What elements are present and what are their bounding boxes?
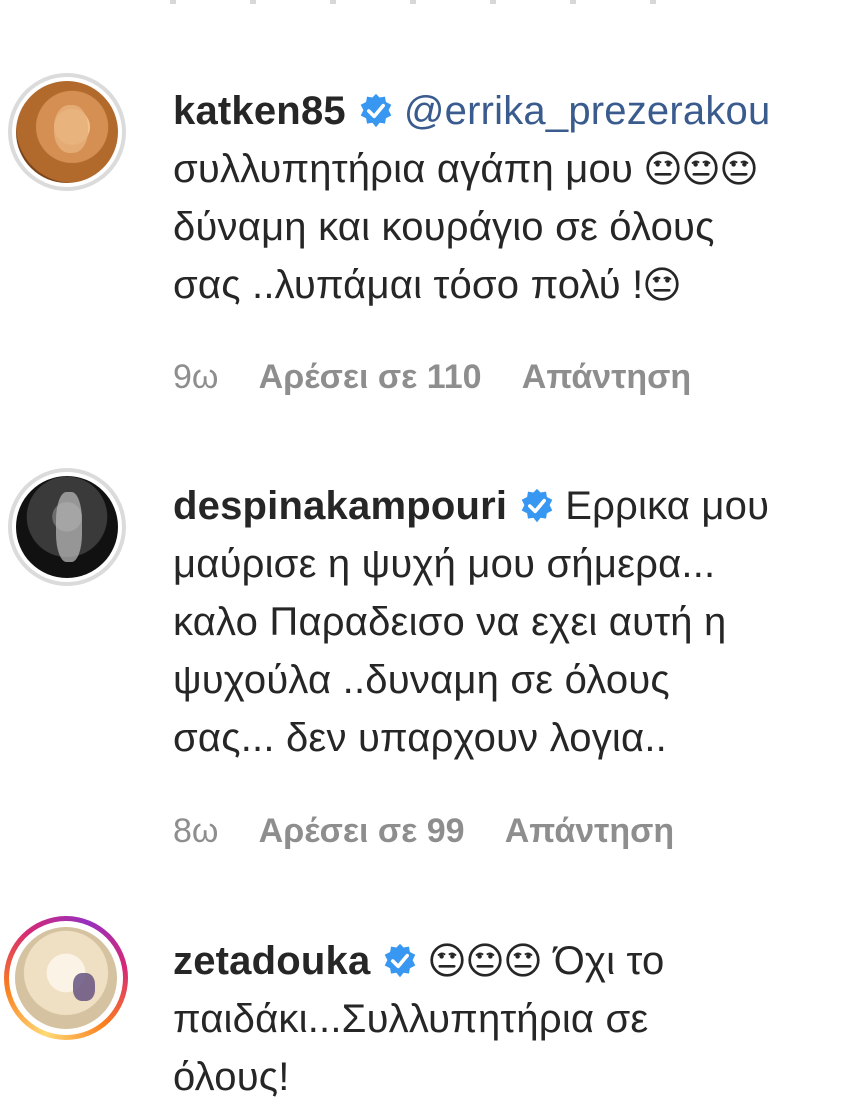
avatar-image bbox=[16, 81, 118, 183]
comment-text: δύναμη και κουράγιο σε όλους bbox=[173, 205, 715, 249]
comment-line: καλο Παραδεισο να εχει αυτή η bbox=[173, 593, 843, 651]
comment-meta: 9ω Αρέσει σε 110 Απάντηση bbox=[173, 358, 723, 397]
comment-line: despinakampouri Ερρικα μου bbox=[173, 477, 843, 535]
neutral-face-emoji-icon bbox=[430, 943, 465, 977]
comment-body: despinakampouri Ερρικα μου μαύρισε η ψυχή… bbox=[173, 477, 843, 767]
avatar-image bbox=[16, 476, 118, 578]
verified-badge-icon bbox=[360, 93, 392, 128]
comment-line: όλους! bbox=[173, 1048, 843, 1106]
comment-line: συλλυπητήρια αγάπη μου bbox=[173, 140, 843, 198]
comment-timestamp[interactable]: 8ω bbox=[173, 812, 218, 850]
comment-text: Όχι το bbox=[553, 939, 665, 983]
clipped-previous-comment bbox=[170, 0, 730, 6]
comment-body: katken85 @errika_prezerakou συλλυπητήρια … bbox=[173, 82, 843, 314]
comment-username[interactable]: katken85 bbox=[173, 89, 346, 133]
comment-line: zetadouka Όχι το bbox=[173, 932, 843, 990]
comment-username[interactable]: zetadouka bbox=[173, 939, 370, 983]
neutral-face-emoji-icon bbox=[645, 267, 680, 301]
avatar[interactable] bbox=[8, 73, 126, 191]
comment-line: μαύρισε η ψυχή μου σήμερα... bbox=[173, 535, 843, 593]
comment-meta: 8ω Αρέσει σε 99 Απάντηση bbox=[173, 812, 706, 851]
neutral-face-emoji-icon bbox=[646, 151, 681, 185]
comment-text: μαύρισε η ψυχή μου σήμερα... bbox=[173, 542, 716, 586]
comment-text: όλους! bbox=[173, 1055, 290, 1099]
comment-text: σας ..λυπάμαι τόσο πολύ ! bbox=[173, 263, 644, 307]
reply-button[interactable]: Απάντηση bbox=[522, 358, 691, 396]
comment-text: ψυχούλα ..δυναμη σε όλους bbox=[173, 658, 670, 702]
comment-text: συλλυπητήρια αγάπη μου bbox=[173, 147, 634, 191]
neutral-face-emoji-icon bbox=[506, 943, 541, 977]
likes-count-button[interactable]: Αρέσει σε 110 bbox=[259, 358, 482, 396]
comment-line: σας... δεν υπαρχουν λογια.. bbox=[173, 709, 843, 767]
comment-body: zetadouka Όχι το παιδάκι...Συλλυπητήρια … bbox=[173, 932, 843, 1106]
comment-line: σας ..λυπάμαι τόσο πολύ ! bbox=[173, 256, 843, 314]
avatar-image bbox=[15, 927, 117, 1029]
neutral-face-emoji-icon bbox=[722, 151, 757, 185]
reply-button[interactable]: Απάντηση bbox=[505, 812, 674, 850]
mention-link[interactable]: @errika_prezerakou bbox=[404, 89, 771, 133]
comment-text: παιδάκι...Συλλυπητήρια σε bbox=[173, 997, 649, 1041]
comment-username[interactable]: despinakampouri bbox=[173, 484, 507, 528]
neutral-face-emoji-icon bbox=[468, 943, 503, 977]
comment-line: παιδάκι...Συλλυπητήρια σε bbox=[173, 990, 843, 1048]
comment-timestamp[interactable]: 9ω bbox=[173, 358, 218, 396]
avatar-story-ring[interactable] bbox=[4, 916, 128, 1040]
comment-text: Ερρικα μου bbox=[565, 484, 770, 528]
avatar[interactable] bbox=[8, 468, 126, 586]
comment-line: katken85 @errika_prezerakou bbox=[173, 82, 843, 140]
verified-badge-icon bbox=[385, 943, 416, 978]
comment-text: σας... δεν υπαρχουν λογια.. bbox=[173, 716, 667, 760]
comment-line: δύναμη και κουράγιο σε όλους bbox=[173, 198, 843, 256]
verified-badge-icon bbox=[521, 488, 553, 523]
likes-count-button[interactable]: Αρέσει σε 99 bbox=[259, 812, 465, 850]
neutral-face-emoji-icon bbox=[684, 151, 719, 185]
comment-line: ψυχούλα ..δυναμη σε όλους bbox=[173, 651, 843, 709]
comment-text: καλο Παραδεισο να εχει αυτή η bbox=[173, 600, 727, 644]
